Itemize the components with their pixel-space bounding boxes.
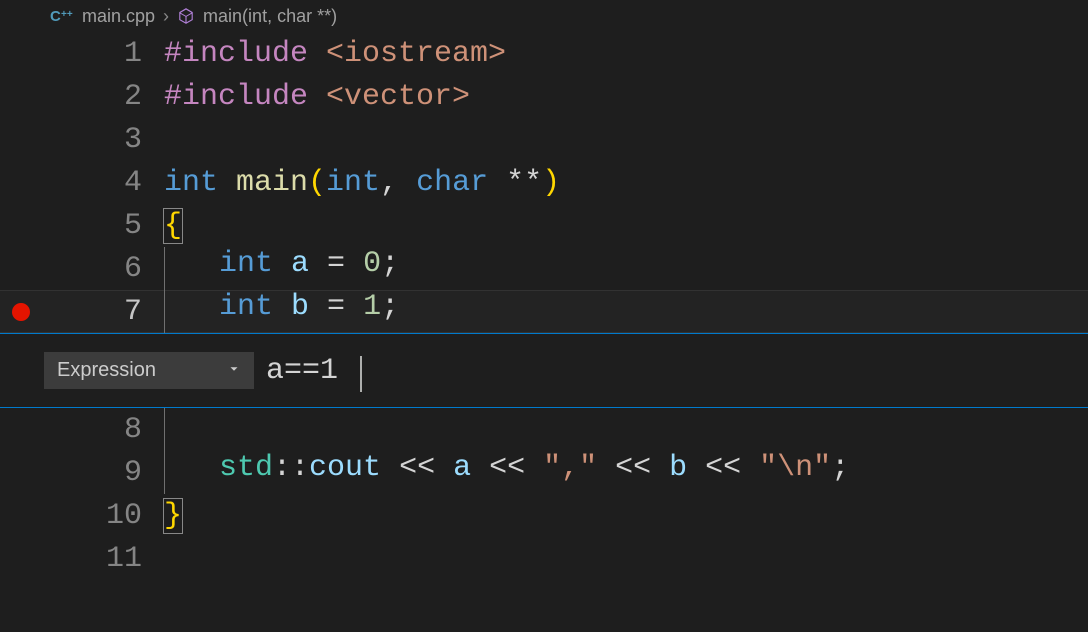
code-line: 4 int main(int, char **) — [0, 161, 1088, 204]
breadcrumb-symbol[interactable]: main(int, char **) — [203, 6, 337, 27]
line-number: 1 — [0, 37, 142, 71]
cpp-file-icon: C ++ — [50, 7, 74, 25]
code-line: 3 — [0, 118, 1088, 161]
line-number: 2 — [0, 80, 142, 114]
code-line-current: 7 int b = 1; — [0, 290, 1088, 333]
line-number: 3 — [0, 123, 142, 157]
code-line: 2 #include <vector> — [0, 75, 1088, 118]
breakpoint-condition-widget: Expression — [0, 333, 1088, 408]
code-line: 5 { — [0, 204, 1088, 247]
svg-text:++: ++ — [61, 9, 73, 20]
chevron-down-icon — [227, 362, 241, 379]
code-editor[interactable]: 1 #include <iostream> 2 #include <vector… — [0, 32, 1088, 580]
line-number: 9 — [0, 456, 142, 490]
breakpoint-type-select[interactable]: Expression — [44, 352, 254, 389]
line-number: 6 — [0, 252, 142, 286]
text-cursor — [360, 356, 362, 392]
method-icon — [177, 7, 195, 25]
code-line: 1 #include <iostream> — [0, 32, 1088, 75]
code-line: 10 } — [0, 494, 1088, 537]
code-line: 11 — [0, 537, 1088, 580]
line-number: 5 — [0, 209, 142, 243]
code-line: 6 int a = 0; — [0, 247, 1088, 290]
svg-text:C: C — [50, 8, 61, 25]
code-line: 9 std::cout << a << "," << b << "\n"; — [0, 451, 1088, 494]
code-line: 8 — [0, 408, 1088, 451]
line-number: 11 — [0, 542, 142, 576]
breadcrumb[interactable]: C ++ main.cpp › main(int, char **) — [0, 0, 1088, 32]
breadcrumb-file[interactable]: main.cpp — [82, 6, 155, 27]
line-number: 4 — [0, 166, 142, 200]
breakpoint-icon[interactable] — [12, 303, 30, 321]
line-number: 10 — [0, 499, 142, 533]
breakpoint-type-label: Expression — [57, 359, 156, 382]
breakpoint-expression-input[interactable] — [266, 354, 1070, 388]
breadcrumb-separator: › — [163, 6, 169, 27]
line-number: 8 — [0, 413, 142, 447]
